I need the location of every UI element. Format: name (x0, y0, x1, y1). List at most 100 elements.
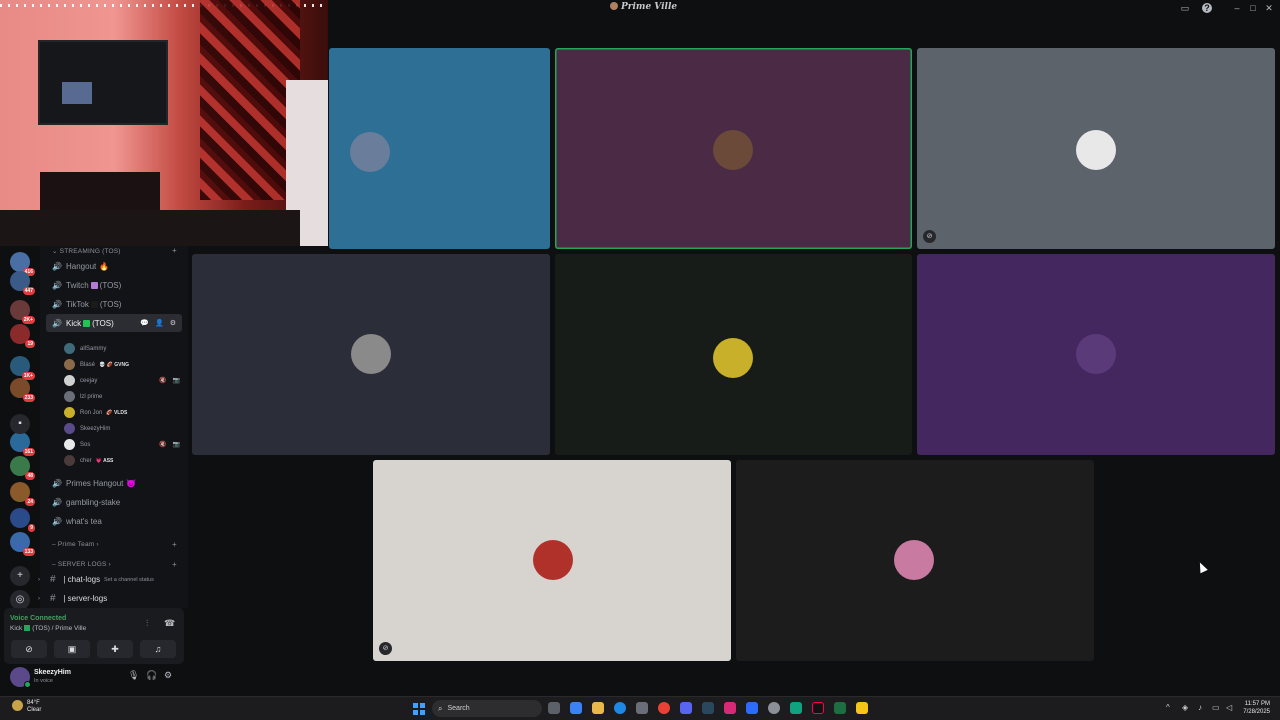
task-view-icon[interactable] (548, 702, 560, 714)
edge-icon[interactable] (614, 702, 626, 714)
video-tile[interactable]: ⊘ (917, 48, 1275, 249)
add-channel-icon[interactable]: + (172, 246, 177, 255)
avatar (64, 391, 75, 402)
minimize-icon[interactable]: – (1232, 3, 1242, 13)
settings-icon[interactable] (768, 702, 780, 714)
add-server-icon[interactable]: + (10, 566, 30, 586)
user-name: Sos (80, 441, 91, 448)
tray-app-icon[interactable]: ◈ (1182, 703, 1188, 712)
category-prime-team[interactable]: – Prime Team › (52, 541, 99, 548)
signal-icon[interactable]: ⫶ (146, 618, 148, 629)
file-explorer-icon[interactable] (592, 702, 604, 714)
copilot-icon[interactable] (570, 702, 582, 714)
server-logo-icon (610, 2, 618, 10)
voice-channel-name: Kick (10, 625, 23, 632)
voice-user[interactable]: Blasé 💀 🏈 GVNG (64, 357, 182, 372)
server-icon[interactable]: 133 (10, 532, 35, 556)
settings-gear-icon[interactable]: ⚙ (164, 670, 172, 681)
video-tile[interactable] (192, 254, 550, 455)
sticky-notes-icon[interactable] (856, 702, 868, 714)
server-icon[interactable]: 48 (10, 456, 35, 480)
store-icon[interactable] (636, 702, 648, 714)
discord-icon[interactable] (680, 702, 692, 714)
camera-off-button[interactable]: ⊘ (11, 640, 47, 658)
microphone-icon[interactable]: 🎙 (128, 670, 139, 681)
voice-user[interactable]: Sos 🔇 📷 (64, 437, 182, 452)
clock[interactable]: 11:57 PM 7/28/2025 (1238, 700, 1270, 716)
voice-channel-tiktok[interactable]: 🔊 TikTok (TOS) (46, 295, 182, 313)
network-icon[interactable]: ▭ (1212, 703, 1220, 712)
category-label: Prime Team (57, 541, 95, 548)
server-icon[interactable]: 24 (10, 482, 35, 506)
chatgpt-icon[interactable] (790, 702, 802, 714)
maximize-icon[interactable]: □ (1248, 3, 1258, 13)
tray-chevron-icon[interactable]: ^ (1166, 703, 1170, 712)
server-icon[interactable]: 1K+ (10, 356, 35, 380)
chrome-icon[interactable] (658, 702, 670, 714)
voice-channel-hangout[interactable]: 🔊 Hangout 🔥 (46, 257, 182, 275)
add-channel-icon[interactable]: + (172, 540, 177, 549)
instagram-icon[interactable] (724, 702, 736, 714)
server-icon[interactable]: 2K+ (10, 300, 35, 324)
notification-badge: 24 (25, 498, 35, 506)
soundboard-button[interactable]: ♫ (140, 640, 176, 658)
voice-user[interactable]: lzl prime (64, 389, 182, 404)
username[interactable]: SkeezyHim (34, 669, 71, 676)
help-icon[interactable]: ? (1202, 3, 1212, 13)
channel-actions[interactable]: 💬 👤 ⚙ (140, 319, 178, 327)
category-server-logs[interactable]: – SERVER LOGS › (52, 561, 111, 568)
start-button[interactable] (413, 703, 425, 715)
video-tile[interactable] (329, 48, 550, 249)
video-tile[interactable]: ⊘ (373, 460, 731, 661)
voice-channel-twitch[interactable]: 🔊 Twitch (TOS) (46, 276, 182, 294)
server-icon[interactable]: 447 (10, 271, 35, 295)
tray-mic-icon[interactable]: ♪ (1198, 703, 1202, 712)
activity-button[interactable]: ✚ (97, 640, 133, 658)
excel-icon[interactable] (834, 702, 846, 714)
category-streaming[interactable]: ⌄ STREAMING (TOS) (52, 247, 121, 255)
folder-icon[interactable]: ▪ (10, 414, 30, 434)
voice-user[interactable]: allSammy (64, 341, 182, 356)
text-channel-server-logs[interactable]: › # | server-logs (38, 593, 108, 604)
voice-channel-other[interactable]: 🔊 Primes Hangout 😈 (46, 474, 182, 492)
steam-icon[interactable] (702, 702, 714, 714)
text-channel-chat-logs[interactable]: › # | chat-logs (38, 574, 100, 585)
add-channel-icon[interactable]: + (172, 560, 177, 569)
voice-channel[interactable]: Kick (TOS) / Prime Ville (10, 625, 86, 632)
server-icon[interactable]: 9 (10, 508, 35, 532)
tiktok-icon[interactable] (812, 702, 824, 714)
server-icon[interactable]: 19 (10, 324, 35, 348)
voice-channel-kick[interactable]: 🔊 Kick (TOS) 💬 👤 ⚙ (46, 314, 182, 332)
voice-channel-other[interactable]: 🔊 what's tea (46, 512, 182, 530)
video-tile[interactable] (736, 460, 1094, 661)
video-tile[interactable] (555, 48, 912, 249)
server-icon[interactable]: 233 (10, 378, 35, 402)
disconnect-icon[interactable]: ☎ (164, 618, 175, 629)
channel-status-hint[interactable]: Set a channel status (104, 577, 154, 583)
video-tile[interactable] (555, 254, 912, 455)
weather-widget[interactable]: 84°F Clear (12, 700, 41, 714)
avatar (64, 407, 75, 418)
voice-channel-other[interactable]: 🔊 gambling-stake (46, 493, 182, 511)
channel-label: server-logs (67, 594, 108, 603)
server-icon[interactable]: 161 (10, 432, 35, 456)
mouse-cursor (1196, 560, 1208, 574)
close-icon[interactable]: ✕ (1264, 3, 1274, 13)
clock-date: 7/28/2025 (1243, 709, 1270, 715)
video-tile[interactable] (917, 254, 1275, 455)
discover-icon[interactable]: ◎ (10, 590, 30, 610)
voice-user[interactable]: cher 💗 ASS (64, 453, 182, 468)
app-icon[interactable] (746, 702, 758, 714)
inbox-icon[interactable]: ▭ (1180, 3, 1190, 13)
screen-share-button[interactable]: ▣ (54, 640, 90, 658)
channel-suffix: (TOS) (99, 280, 122, 290)
taskbar-search[interactable]: ⌕ Search (432, 700, 542, 717)
voice-user[interactable]: Ron Jon 🏈 VLDS (64, 405, 182, 420)
headphones-icon[interactable]: 🎧 (146, 670, 157, 681)
user-name: ceejay (80, 377, 98, 384)
channel-label: Twitch (66, 280, 89, 290)
server-icon[interactable]: 416 (10, 252, 35, 276)
voice-user[interactable]: ceejay 🔇 📷 (64, 373, 182, 388)
volume-icon[interactable]: ◁ (1226, 703, 1232, 712)
voice-user[interactable]: SkeezyHim (64, 421, 182, 436)
